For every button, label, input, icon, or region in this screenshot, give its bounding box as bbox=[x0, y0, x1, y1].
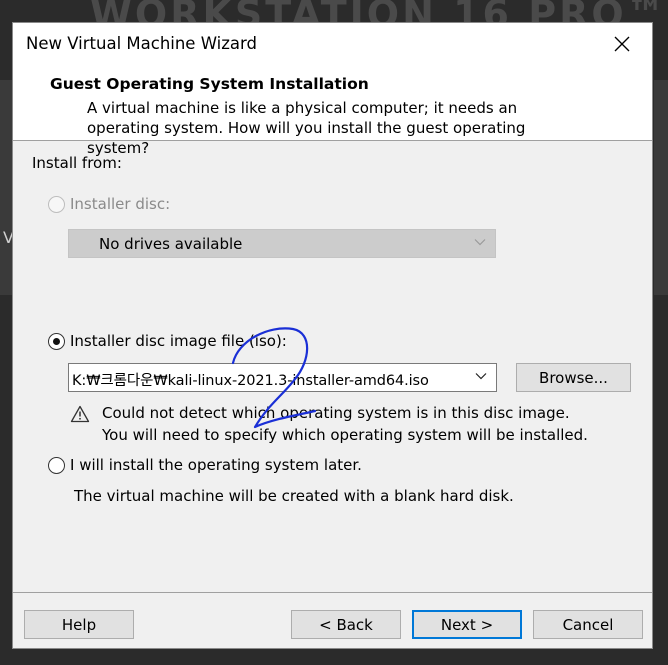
install-from-label: Install from: bbox=[32, 154, 122, 172]
install-later-label: I will install the operating system late… bbox=[70, 456, 362, 474]
title-bar: New Virtual Machine Wizard bbox=[13, 23, 652, 67]
drive-select[interactable]: No drives available bbox=[68, 229, 496, 258]
iso-path-combobox[interactable]: K:₩크롬다운₩kali-linux-2021.3-installer-amd6… bbox=[68, 363, 497, 392]
iso-path-value: K:₩크롬다운₩kali-linux-2021.3-installer-amd6… bbox=[72, 373, 429, 389]
warning-line-2: You will need to specify which operating… bbox=[102, 426, 588, 444]
chevron-down-icon bbox=[475, 373, 487, 380]
cancel-button[interactable]: Cancel bbox=[533, 610, 643, 639]
installer-disc-label: Installer disc: bbox=[70, 195, 171, 213]
drive-select-value: No drives available bbox=[99, 235, 243, 253]
installer-disc-radio[interactable] bbox=[48, 196, 65, 213]
chevron-down-icon bbox=[474, 239, 486, 246]
footer-divider bbox=[13, 592, 652, 593]
installer-image-label: Installer disc image file (iso): bbox=[70, 332, 287, 350]
install-later-description: The virtual machine will be created with… bbox=[74, 487, 514, 505]
warning-icon bbox=[70, 405, 90, 423]
warning-line-1: Could not detect which operating system … bbox=[102, 404, 570, 422]
close-button[interactable] bbox=[606, 29, 638, 59]
page-title: Guest Operating System Installation bbox=[50, 75, 369, 93]
wizard-dialog: New Virtual Machine Wizard Guest Operati… bbox=[12, 22, 653, 649]
install-later-radio[interactable] bbox=[48, 457, 65, 474]
background-panel-right bbox=[654, 80, 668, 295]
help-button[interactable]: Help bbox=[24, 610, 134, 639]
installer-image-radio[interactable] bbox=[48, 333, 65, 350]
os-detect-warning: Could not detect which operating system … bbox=[102, 402, 622, 446]
back-button[interactable]: < Back bbox=[291, 610, 401, 639]
page-description: A virtual machine is like a physical com… bbox=[87, 99, 526, 157]
wizard-header: Guest Operating System Installation A vi… bbox=[13, 67, 652, 157]
close-icon bbox=[614, 36, 630, 52]
next-button[interactable]: Next > bbox=[412, 610, 522, 639]
window-title: New Virtual Machine Wizard bbox=[26, 34, 257, 53]
browse-button[interactable]: Browse... bbox=[516, 363, 631, 392]
